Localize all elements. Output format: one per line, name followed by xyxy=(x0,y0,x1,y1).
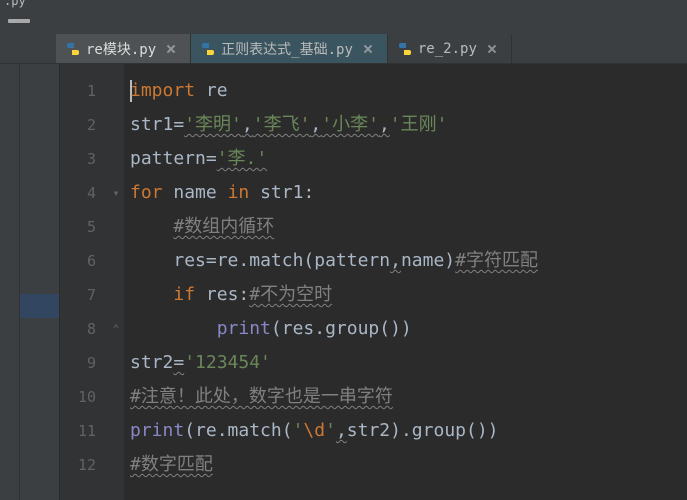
code-line: #数组内循环 xyxy=(130,210,687,244)
window-titlebar: .py xyxy=(0,0,687,8)
code-line: str1='李明','李飞','小李','王刚' xyxy=(130,108,687,142)
python-file-icon xyxy=(398,42,412,56)
line-number: 2 xyxy=(60,108,96,142)
line-number: 9 xyxy=(60,346,96,380)
tab-label: re_2.py xyxy=(418,41,477,57)
code-line: if res:#不为空时 xyxy=(130,278,687,312)
code-line: res=re.match(pattern,name)#字符匹配 xyxy=(130,244,687,278)
close-icon[interactable] xyxy=(166,44,176,54)
fold-gutter: ▾ ⌃ xyxy=(108,64,124,500)
code-line: print(re.match('\d',str2).group()) xyxy=(130,414,687,448)
tab-regex-basics[interactable]: 正则表达式_基础.py xyxy=(191,34,388,63)
close-icon[interactable] xyxy=(487,44,497,54)
tab-re2[interactable]: re_2.py xyxy=(388,34,512,63)
line-number: 11 xyxy=(60,414,96,448)
tab-re-module[interactable]: re模块.py xyxy=(56,34,191,63)
line-number: 7 xyxy=(60,278,96,312)
fold-toggle-icon[interactable]: ▾ xyxy=(108,176,124,210)
code-line: str2='123454' xyxy=(130,346,687,380)
fold-end-icon[interactable]: ⌃ xyxy=(108,312,124,346)
line-number: 12 xyxy=(60,448,96,482)
close-icon[interactable] xyxy=(363,44,373,54)
code-line: print(res.group()) xyxy=(130,312,687,346)
code-line: import re xyxy=(130,74,687,108)
code-area[interactable]: import re str1='李明','李飞','小李','王刚' patte… xyxy=(124,64,687,500)
code-line: #注意！此处，数字也是一串字符 xyxy=(130,380,687,414)
line-number: 10 xyxy=(60,380,96,414)
line-number: 4 xyxy=(60,176,96,210)
line-number: 8 xyxy=(60,312,96,346)
sidebar-selection xyxy=(20,294,59,318)
tab-label: 正则表达式_基础.py xyxy=(221,39,353,59)
minimize-icon[interactable] xyxy=(8,19,30,23)
line-number: 5 xyxy=(60,210,96,244)
line-number-gutter: 1 2 3 4 5 6 7 8 9 10 11 12 xyxy=(60,64,108,500)
tool-window-bar[interactable] xyxy=(0,64,20,500)
editor-tabbar: re模块.py 正则表达式_基础.py re_2.py xyxy=(0,34,687,64)
tab-label: re模块.py xyxy=(86,39,156,59)
line-number: 6 xyxy=(60,244,96,278)
project-sidebar-collapsed[interactable] xyxy=(20,64,60,500)
code-line: #数字匹配 xyxy=(130,448,687,482)
code-line: pattern='李.' xyxy=(130,142,687,176)
line-number: 1 xyxy=(60,74,96,108)
code-line: for name in str1: xyxy=(130,176,687,210)
window-toolbar xyxy=(0,8,687,34)
title-fragment: .py xyxy=(4,0,26,8)
editor[interactable]: 1 2 3 4 5 6 7 8 9 10 11 12 ▾ ⌃ xyxy=(0,64,687,500)
line-number: 3 xyxy=(60,142,96,176)
python-file-icon xyxy=(201,42,215,56)
python-file-icon xyxy=(66,42,80,56)
